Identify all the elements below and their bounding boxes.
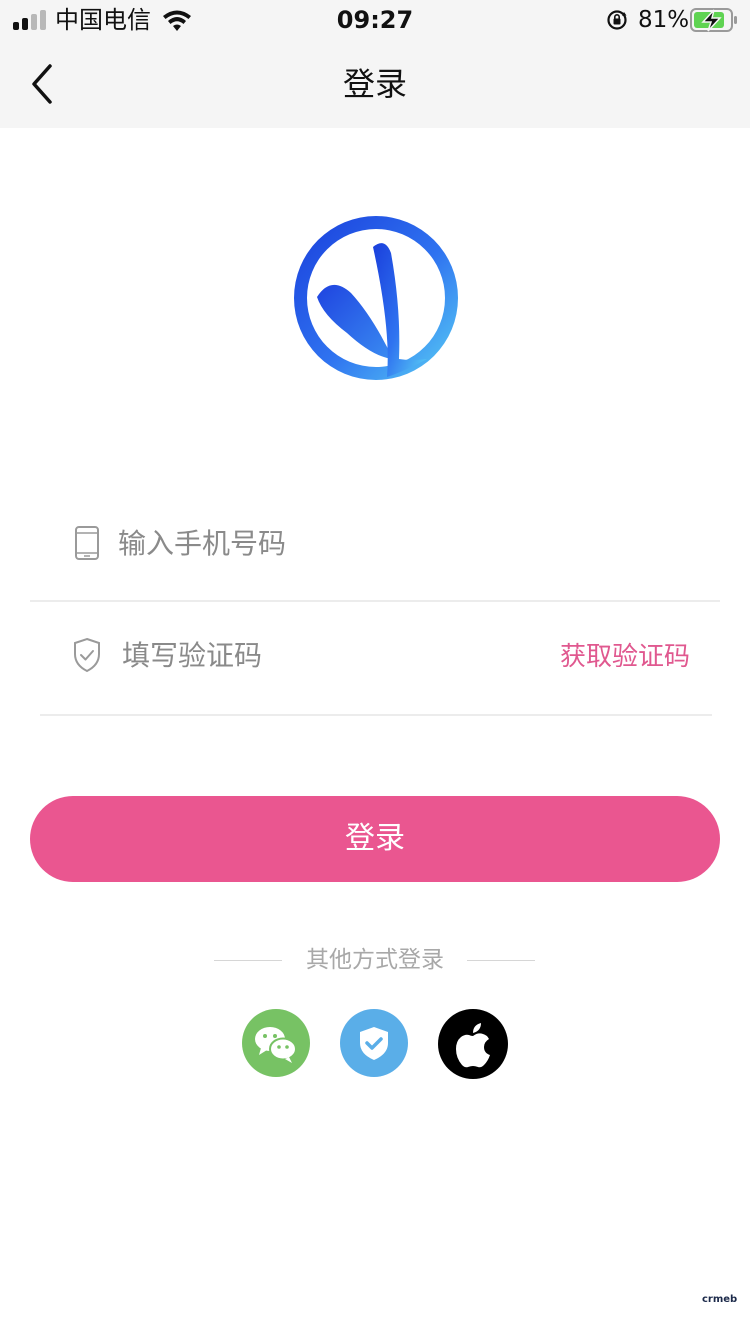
app-logo — [294, 216, 458, 380]
status-bar: 中国电信 09:27 81% — [0, 0, 750, 40]
battery-charging-icon — [690, 8, 737, 32]
battery-percent: 81% — [638, 7, 690, 33]
other-login-label: 其他方式登录 — [306, 947, 444, 973]
phone-divider — [30, 600, 720, 602]
code-field-row: 获取验证码 — [40, 607, 712, 707]
wechat-login-button[interactable] — [242, 1009, 310, 1077]
shield-login-button[interactable] — [340, 1009, 408, 1077]
wechat-icon — [255, 1027, 297, 1063]
phone-input[interactable] — [118, 517, 678, 569]
watermark-logo: crmeb — [702, 1294, 738, 1305]
page-title: 登录 — [342, 65, 407, 103]
login-button[interactable]: 登录 — [30, 796, 720, 882]
navigation-bar: 登录 — [0, 40, 750, 128]
login-page: 中国电信 09:27 81% 登录 输入手机号码 填写验证码 获取验证码 登录 … — [0, 0, 750, 1334]
code-divider — [40, 714, 712, 716]
shield-check-icon — [360, 1027, 388, 1060]
mobile-phone-icon — [75, 526, 99, 560]
shield-check-icon — [74, 637, 100, 673]
get-code-button[interactable]: 获取验证码 — [560, 639, 690, 675]
right-separator-line — [467, 960, 535, 961]
apple-login-button[interactable] — [438, 1009, 508, 1079]
rotation-lock-icon — [607, 10, 627, 30]
phone-field-row — [30, 495, 720, 595]
verification-code-input[interactable] — [122, 629, 512, 681]
apple-icon — [456, 1023, 490, 1068]
